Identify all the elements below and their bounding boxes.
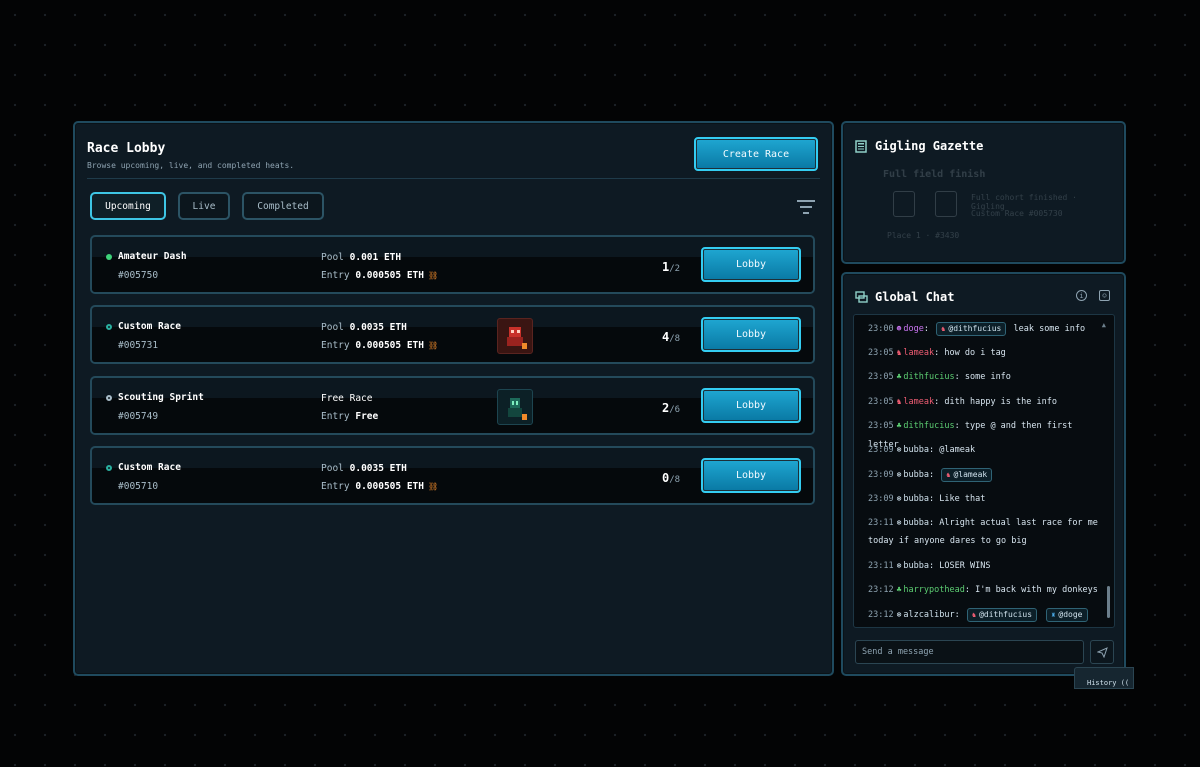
player-count: 4/8 xyxy=(662,330,681,344)
info-icon[interactable]: i xyxy=(1076,290,1087,301)
scrollbar[interactable] xyxy=(1107,586,1110,618)
mention-chip[interactable]: ♞ @dithfucius xyxy=(966,607,1038,622)
race-name: Custom Race xyxy=(106,321,181,332)
send-icon xyxy=(1096,646,1108,658)
user-badge-icon: ⊛ xyxy=(896,518,902,527)
emoji-icon[interactable]: ☺ xyxy=(1099,290,1110,301)
chat-messages[interactable]: ▲ 23:00 ☻ doge: ♞ @dithfucius leak some inf… xyxy=(853,314,1115,628)
race-pool: Free Race xyxy=(321,393,373,404)
chat-title: Global Chat xyxy=(855,290,954,304)
user-badge-icon: ⊛ xyxy=(896,610,902,619)
send-button[interactable] xyxy=(1090,640,1114,664)
chat-message: 23:09 ⊛ bubba: @lameak xyxy=(868,445,976,455)
lobby-button[interactable]: Lobby xyxy=(701,458,801,493)
user-badge-icon: ☻ xyxy=(896,324,902,333)
race-row[interactable]: Custom Race #005710 Pool 0.0035 ETH Entr… xyxy=(90,446,815,505)
player-count: 2/6 xyxy=(662,401,681,415)
global-chat-panel: Global Chat i ☺ ▲ 23:00 ☻ doge: ♞ @dithfuci… xyxy=(841,272,1126,676)
racer-avatar-icon xyxy=(497,318,533,354)
chain-link-icon: ⛓ xyxy=(427,271,439,280)
chat-message: 23:09 ⊛ bubba: ♞ @lameak xyxy=(868,465,1100,485)
scroll-up-icon[interactable]: ▲ xyxy=(1102,321,1106,329)
race-id: #005731 xyxy=(118,340,159,351)
race-entry: Entry 0.000505 ETH ⛓ xyxy=(321,270,439,281)
user-badge-icon: ⊛ xyxy=(896,445,902,454)
chat-message: 23:12 ♣ harrypothead: I'm back with my don… xyxy=(868,585,1098,595)
player-count: 0/8 xyxy=(662,471,681,485)
race-lobby-panel: Race Lobby Browse upcoming, live, and co… xyxy=(73,121,834,676)
chat-message: 23:05 ♞ lameak: how do i tag xyxy=(868,348,1006,358)
divider xyxy=(87,178,820,179)
tab-upcoming[interactable]: Upcoming xyxy=(90,192,166,220)
chat-message: 23:00 ☻ doge: ♞ @dithfucius leak some info xyxy=(868,321,1086,336)
race-id: #005750 xyxy=(118,270,159,281)
status-dot-icon xyxy=(106,464,112,471)
race-pool: Pool 0.001 ETH xyxy=(321,252,402,263)
user-badge-icon: ♣ xyxy=(896,585,902,594)
gazette-title: Gigling Gazette xyxy=(855,139,983,153)
status-dot-icon xyxy=(106,253,112,260)
racer-thumb-icon xyxy=(893,191,915,217)
user-badge-icon: ⊛ xyxy=(896,561,902,570)
page-title: Race Lobby xyxy=(87,141,166,156)
mention-chip[interactable]: ♞ @lameak xyxy=(941,467,993,482)
player-count: 1/2 xyxy=(662,260,681,274)
race-pool: Pool 0.0035 ETH xyxy=(321,463,407,474)
gazette-article[interactable]: Full field finish Full cohort finished ·… xyxy=(883,169,1114,240)
race-entry: Entry Free xyxy=(321,411,379,422)
chat-message: 23:05 ♣ dithfucius: some info xyxy=(868,372,1011,382)
mention-chip[interactable]: ♞ @dithfucius xyxy=(936,321,1007,336)
newspaper-icon xyxy=(855,139,867,153)
race-row[interactable]: Amateur Dash #005750 Pool 0.001 ETH Entr… xyxy=(90,235,815,294)
user-badge-icon: ♞ xyxy=(896,397,902,406)
race-row[interactable]: Scouting Sprint #005749 Free Race Entry … xyxy=(90,376,815,435)
race-id: #005710 xyxy=(118,481,159,492)
status-dot-icon xyxy=(106,323,112,330)
race-name: Custom Race xyxy=(106,462,181,473)
chat-message: 23:11 ⊛ bubba: LOSER WINS xyxy=(868,561,991,571)
chat-message-continued: today if anyone dares to go big xyxy=(868,536,1027,546)
chat-message-input[interactable]: Send a message xyxy=(855,640,1084,664)
racer-avatar-icon xyxy=(497,389,533,425)
racer-thumb-icon xyxy=(935,191,957,217)
create-race-button[interactable]: Create Race xyxy=(694,137,818,171)
chat-message: 23:09 ⊛ bubba: Like that xyxy=(868,494,986,504)
gazette-panel: Gigling Gazette Full field finish Full c… xyxy=(841,121,1126,264)
page-subtitle: Browse upcoming, live, and completed hea… xyxy=(87,161,295,170)
lobby-button[interactable]: Lobby xyxy=(701,388,801,423)
history-tab[interactable]: History (( xyxy=(1074,667,1134,689)
chain-link-icon: ⛓ xyxy=(427,341,439,350)
race-entry: Entry 0.000505 ETH ⛓ xyxy=(321,340,439,351)
race-name: Scouting Sprint xyxy=(106,392,204,403)
chat-message: 23:12 ⊛ alzcalibur: ♞ @dithfucius ♜ @doge xyxy=(868,605,1100,625)
filter-icon[interactable] xyxy=(797,200,815,214)
user-badge-icon: ♞ xyxy=(896,348,902,357)
chat-message: 23:05 ♞ lameak: dith happy is the info xyxy=(868,397,1057,407)
lobby-button[interactable]: Lobby xyxy=(701,317,801,352)
user-badge-icon: ⊛ xyxy=(896,470,902,479)
status-dot-icon xyxy=(106,394,112,401)
lobby-button[interactable]: Lobby xyxy=(701,247,801,282)
user-badge-icon: ♣ xyxy=(896,372,902,381)
mention-chip[interactable]: ♜ @doge xyxy=(1046,607,1088,622)
tab-completed[interactable]: Completed xyxy=(242,192,324,220)
race-pool: Pool 0.0035 ETH xyxy=(321,322,407,333)
chat-message: 23:11 ⊛ bubba: Alright actual last race fo… xyxy=(868,518,1098,528)
race-row[interactable]: Custom Race #005731 Pool 0.0035 ETH Entr… xyxy=(90,305,815,364)
chat-bubbles-icon xyxy=(855,290,868,303)
race-entry: Entry 0.000505 ETH ⛓ xyxy=(321,481,439,492)
race-id: #005749 xyxy=(118,411,159,422)
user-badge-icon: ♣ xyxy=(896,421,902,430)
user-badge-icon: ⊛ xyxy=(896,494,902,503)
chain-link-icon: ⛓ xyxy=(427,482,439,491)
race-name: Amateur Dash xyxy=(106,251,187,262)
tab-live[interactable]: Live xyxy=(178,192,230,220)
